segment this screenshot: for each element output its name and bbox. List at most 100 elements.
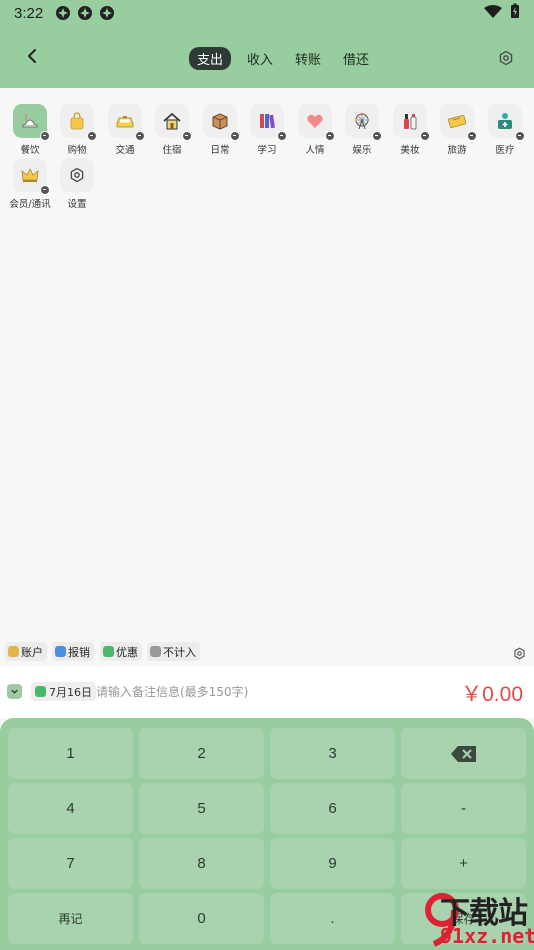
key-dot[interactable]: . bbox=[270, 893, 395, 944]
category-travel[interactable]: 旅游 bbox=[433, 104, 481, 158]
status-bar: 3:22 bbox=[0, 0, 534, 26]
category-transport[interactable]: 交通 bbox=[101, 104, 149, 158]
calendar-icon bbox=[35, 686, 46, 697]
key-3[interactable]: 3 bbox=[270, 728, 395, 779]
category-label: 美妆 bbox=[400, 145, 420, 156]
taxi-icon bbox=[108, 104, 145, 141]
key-7[interactable]: 7 bbox=[8, 838, 133, 889]
tag-label: 不计入 bbox=[163, 645, 196, 659]
category-medical[interactable]: 医疗 bbox=[481, 104, 529, 158]
reimburse-icon bbox=[55, 646, 66, 657]
key-9[interactable]: 9 bbox=[270, 838, 395, 889]
tag-discount[interactable]: 优惠 bbox=[100, 642, 142, 661]
wifi-icon bbox=[484, 4, 502, 23]
tag-exclude[interactable]: 不计入 bbox=[147, 642, 200, 661]
category-settings[interactable]: 设置 bbox=[53, 158, 101, 212]
edit-badge-icon bbox=[135, 131, 145, 141]
tag-label: 报销 bbox=[68, 645, 90, 659]
medical-kit-icon bbox=[488, 104, 525, 141]
category-label: 交通 bbox=[115, 145, 135, 156]
tab-loan[interactable]: 借还 bbox=[337, 47, 375, 70]
house-icon bbox=[155, 104, 192, 141]
books-icon bbox=[250, 104, 287, 141]
wallet-icon bbox=[8, 646, 19, 657]
exclude-icon bbox=[150, 646, 161, 657]
ticket-icon bbox=[440, 104, 477, 141]
tab-transfer[interactable]: 转账 bbox=[289, 47, 327, 70]
heart-icon bbox=[298, 104, 335, 141]
key-2[interactable]: 2 bbox=[139, 728, 264, 779]
category-study[interactable]: 学习 bbox=[243, 104, 291, 158]
edit-badge-icon bbox=[420, 131, 430, 141]
collapse-button[interactable] bbox=[7, 684, 22, 699]
tag-label: 优惠 bbox=[116, 645, 138, 659]
category-label: 学习 bbox=[257, 145, 277, 156]
edit-badge-icon bbox=[515, 131, 525, 141]
notification-icons bbox=[55, 5, 115, 21]
edit-badge-icon bbox=[372, 131, 382, 141]
notification-icon bbox=[55, 5, 71, 21]
edit-badge-icon bbox=[182, 131, 192, 141]
key-0[interactable]: 0 bbox=[139, 893, 264, 944]
edit-badge-icon bbox=[40, 131, 50, 141]
tag-label: 账户 bbox=[21, 645, 43, 659]
backspace-button[interactable] bbox=[401, 728, 526, 779]
date-label: 7月16日 bbox=[49, 685, 92, 699]
key-minus[interactable]: - bbox=[401, 783, 526, 834]
ferris-wheel-icon bbox=[345, 104, 382, 141]
tag-reimburse[interactable]: 报销 bbox=[52, 642, 94, 661]
edit-badge-icon bbox=[87, 131, 97, 141]
watermark-url: 91xz.net bbox=[440, 924, 534, 948]
cosmetics-icon bbox=[393, 104, 430, 141]
key-6[interactable]: 6 bbox=[270, 783, 395, 834]
edit-badge-icon bbox=[40, 185, 50, 195]
tab-income[interactable]: 收入 bbox=[241, 47, 279, 70]
key-1[interactable]: 1 bbox=[8, 728, 133, 779]
note-input[interactable] bbox=[96, 682, 346, 702]
battery-icon bbox=[510, 3, 520, 23]
tab-expense[interactable]: 支出 bbox=[189, 47, 232, 70]
back-button[interactable] bbox=[22, 46, 42, 66]
category-label: 设置 bbox=[67, 199, 87, 210]
category-gifts[interactable]: 人情 bbox=[291, 104, 339, 158]
crown-icon bbox=[13, 158, 50, 195]
category-label: 餐饮 bbox=[20, 145, 40, 156]
chevron-left-icon bbox=[28, 49, 36, 63]
key-5[interactable]: 5 bbox=[139, 783, 264, 834]
category-beauty[interactable]: 美妆 bbox=[386, 104, 434, 158]
category-entertainment[interactable]: 娱乐 bbox=[338, 104, 386, 158]
note-row: 7月16日 ￥0.00 bbox=[0, 666, 534, 718]
category-daily[interactable]: 日常 bbox=[196, 104, 244, 158]
amount-display: ￥0.00 bbox=[461, 683, 523, 706]
category-label: 购物 bbox=[67, 145, 87, 156]
record-again-button[interactable]: 再记 bbox=[8, 893, 133, 944]
shopping-bag-icon bbox=[60, 104, 97, 141]
edit-badge-icon bbox=[277, 131, 287, 141]
category-label: 娱乐 bbox=[352, 145, 372, 156]
type-tabs: 支出 收入 转账 借还 bbox=[189, 47, 375, 70]
category-label: 会员/通讯 bbox=[9, 199, 51, 210]
tag-account[interactable]: 账户 bbox=[5, 642, 47, 661]
key-plus[interactable]: + bbox=[401, 838, 526, 889]
header: 支出 收入 转账 借还 bbox=[0, 26, 534, 88]
edit-badge-icon bbox=[230, 131, 240, 141]
tag-bar: 账户 报销 优惠 不计入 bbox=[0, 642, 534, 664]
edit-badge-icon bbox=[325, 131, 335, 141]
settings-button[interactable] bbox=[498, 50, 514, 66]
key-8[interactable]: 8 bbox=[139, 838, 264, 889]
category-membership[interactable]: 会员/通讯 bbox=[6, 158, 54, 212]
gear-icon bbox=[514, 647, 525, 660]
backspace-icon bbox=[450, 745, 476, 762]
dining-icon bbox=[13, 104, 50, 141]
date-picker[interactable]: 7月16日 bbox=[31, 682, 96, 701]
category-lodging[interactable]: 住宿 bbox=[148, 104, 196, 158]
category-shopping[interactable]: 购物 bbox=[53, 104, 101, 158]
category-label: 医疗 bbox=[495, 145, 515, 156]
key-4[interactable]: 4 bbox=[8, 783, 133, 834]
edit-badge-icon bbox=[467, 131, 477, 141]
tag-settings-button[interactable] bbox=[513, 645, 526, 660]
gear-icon bbox=[499, 50, 513, 66]
category-label: 旅游 bbox=[447, 145, 467, 156]
notification-icon bbox=[99, 5, 115, 21]
category-dining[interactable]: 餐饮 bbox=[6, 104, 54, 158]
